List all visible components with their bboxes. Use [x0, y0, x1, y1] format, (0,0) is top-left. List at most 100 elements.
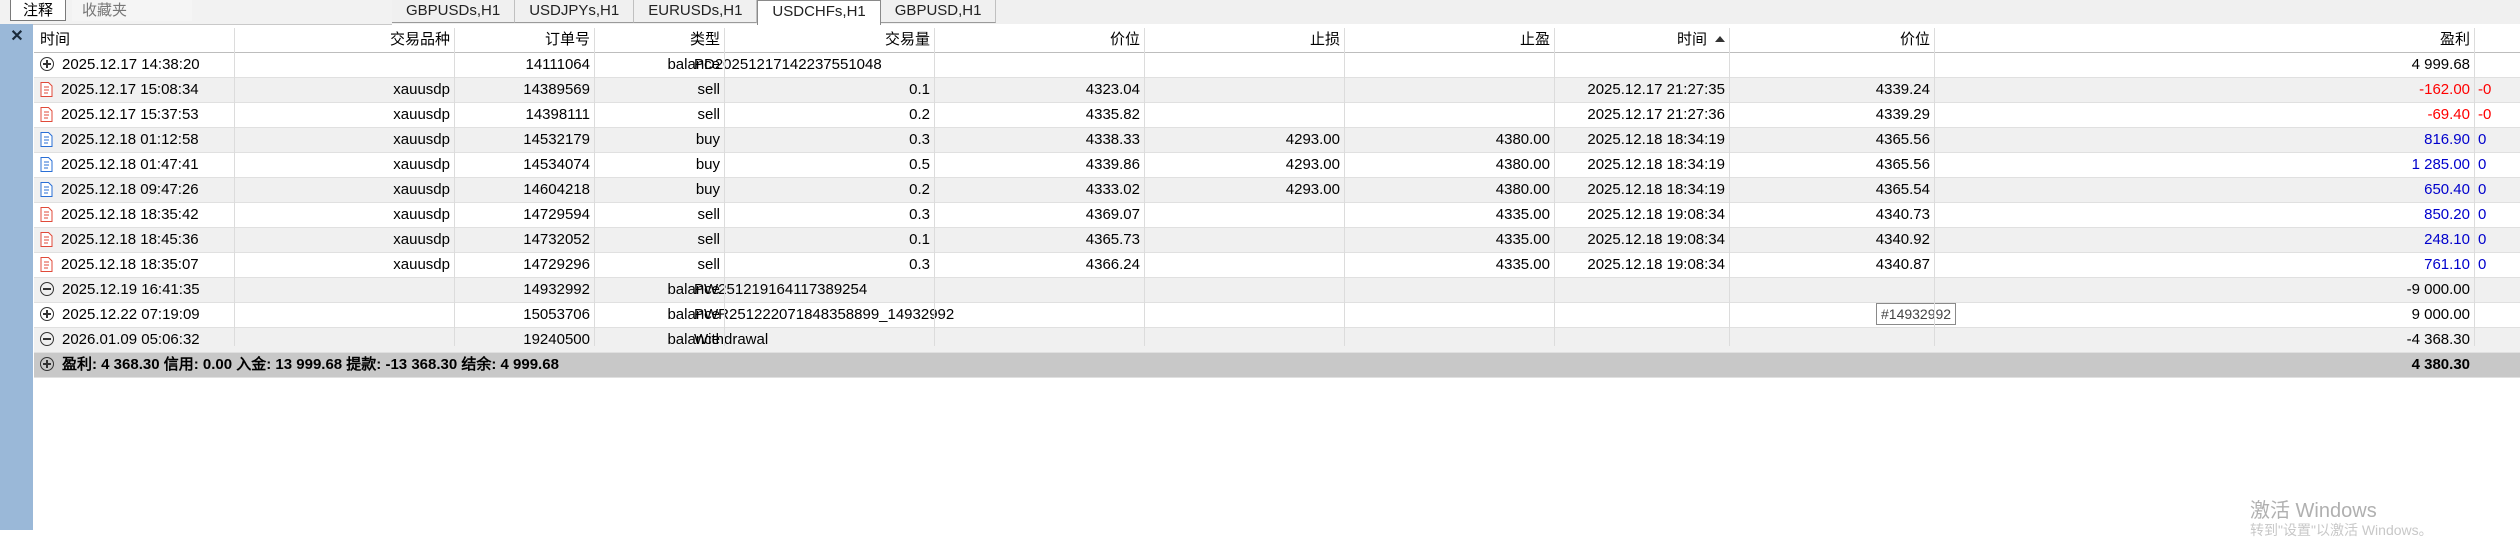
chart-tab-usdchfs-h1[interactable]: USDCHFs,H1 — [757, 0, 881, 25]
buy-document-icon — [40, 131, 61, 148]
table-row[interactable]: 2025.12.18 18:35:42 xauusdp 14729594 sell 0.… — [34, 203, 2520, 228]
cell-type: sell — [697, 256, 720, 273]
cell-profit: -162.00 — [2419, 81, 2470, 98]
cell-price: 4323.04 — [1085, 81, 1140, 98]
table-row[interactable]: 2025.12.18 01:47:41 xauusdp 14534074 buy 0.5… — [34, 153, 2520, 178]
table-row[interactable]: 2025.12.18 09:47:26 xauusdp 14604218 buy 0.2… — [34, 178, 2520, 203]
toolbox-sidebar: ✕ — [0, 24, 33, 530]
header-order[interactable]: 订单号 — [454, 28, 594, 52]
header-stop-loss[interactable]: 止损 — [1144, 28, 1344, 52]
cell-close-time: 2025.12.17 21:27:35 — [1587, 81, 1725, 98]
time-value: 2025.12.17 14:38:20 — [62, 56, 200, 73]
cell-time: 2025.12.18 09:47:26 — [36, 178, 236, 202]
buy-document-icon — [40, 156, 61, 173]
header-profit[interactable]: 盈利 — [1934, 28, 2474, 52]
table-row[interactable]: 2025.12.22 07:19:09 15053706 balance PWR251… — [34, 303, 2520, 328]
summary-row[interactable]: 盈利: 4 368.30 信用: 0.00 入金: 13 999.68 提款: … — [34, 353, 2520, 378]
cell-profit: 816.90 — [2424, 131, 2470, 148]
cell-close-price: 4339.24 — [1875, 81, 1930, 98]
cell-comment: PWR251222071848358899_14932992 — [694, 306, 955, 323]
cell-price: 4366.24 — [1085, 256, 1140, 273]
tab-notes[interactable]: 注释 — [10, 0, 66, 21]
cell-profit: -4 368.30 — [2406, 331, 2470, 348]
table-row[interactable]: 2026.01.09 05:06:32 19240500 balance Withdr… — [34, 328, 2520, 353]
cell-type: buy — [695, 156, 720, 173]
chart-tab-usdjpys-h1[interactable]: USDJPYs,H1 — [515, 0, 635, 23]
history-table: 时间 交易品种 订单号 类型 交易量 价位 止损 止盈 时间 价位 盈利 202… — [34, 28, 2520, 378]
cell-time: 2025.12.19 16:41:35 — [36, 278, 236, 302]
cell-take-profit: 4335.00 — [1495, 206, 1550, 223]
cell-close-time: 2025.12.18 19:08:34 — [1587, 231, 1725, 248]
summary-label: 盈利: 4 368.30 信用: 0.00 入金: 13 999.68 提款: … — [62, 356, 559, 373]
header-price[interactable]: 价位 — [934, 28, 1144, 52]
cell-stop-loss — [1144, 228, 1344, 252]
column-divider — [1144, 28, 1145, 346]
activation-watermark: 激活 Windows — [2250, 500, 2377, 522]
column-divider — [1934, 28, 1935, 346]
table-row[interactable]: 2025.12.17 15:37:53 xauusdp 14398111 sell 0.… — [34, 103, 2520, 128]
header-close-time[interactable]: 时间 — [1554, 28, 1729, 52]
chart-tab-eurusds-h1[interactable]: EURUSDs,H1 — [634, 0, 758, 23]
summary-profit: 4 380.30 — [2411, 356, 2470, 373]
tab-favorites[interactable]: 收藏夹 — [72, 0, 192, 21]
sell-document-icon — [40, 81, 61, 98]
cell-stop-loss: 4293.00 — [1285, 156, 1340, 173]
cell-order: 14932992 — [523, 281, 590, 298]
table-row[interactable]: 2025.12.18 18:45:36 xauusdp 14732052 sell 0.… — [34, 228, 2520, 253]
header-symbol[interactable]: 交易品种 — [234, 28, 454, 52]
time-value: 2025.12.19 16:41:35 — [62, 281, 200, 298]
cell-stop-loss — [1144, 253, 1344, 277]
cell-profit: 9 000.00 — [2411, 306, 2470, 323]
cell-time: 2025.12.17 15:37:53 — [36, 103, 236, 127]
deposit-icon — [40, 307, 54, 321]
cell-volume: 0.1 — [909, 81, 930, 98]
cell-order: 14111064 — [525, 56, 590, 73]
buy-document-icon — [40, 181, 61, 198]
cell-time: 2025.12.17 15:08:34 — [36, 78, 236, 102]
cell-symbol: xauusdp — [393, 256, 450, 273]
cell-take-profit — [1344, 78, 1554, 102]
close-icon[interactable]: ✕ — [8, 28, 26, 46]
header-take-profit[interactable]: 止盈 — [1344, 28, 1554, 52]
cell-truncated-column: 0 — [2478, 206, 2487, 223]
cell-type: sell — [697, 206, 720, 223]
table-row[interactable]: 2025.12.17 14:38:20 14111064 balance PD2025… — [34, 53, 2520, 78]
withdrawal-icon — [40, 282, 54, 296]
cell-close-time: 2025.12.17 21:27:36 — [1587, 106, 1725, 123]
cell-take-profit: 4335.00 — [1495, 231, 1550, 248]
expand-icon — [40, 357, 54, 371]
sort-ascending-icon — [1715, 36, 1725, 42]
cell-order: 14729594 — [523, 206, 590, 223]
column-divider — [724, 28, 725, 346]
cell-order: 14389569 — [523, 81, 590, 98]
cell-volume: 0.3 — [909, 256, 930, 273]
cell-truncated-column: -0 — [2478, 106, 2492, 123]
cell-take-profit — [1344, 103, 1554, 127]
cell-symbol: xauusdp — [393, 131, 450, 148]
cell-close-price: 4365.56 — [1875, 131, 1930, 148]
cell-close-price: 4365.54 — [1875, 181, 1930, 198]
time-value: 2025.12.17 15:08:34 — [61, 81, 199, 98]
table-row[interactable]: 2025.12.19 16:41:35 14932992 balance PW2512… — [34, 278, 2520, 303]
column-divider — [934, 28, 935, 346]
header-time[interactable]: 时间 — [36, 28, 236, 52]
cell-price: 4335.82 — [1085, 106, 1140, 123]
table-row[interactable]: 2025.12.18 18:35:07 xauusdp 14729296 sell 0.… — [34, 253, 2520, 278]
cell-time: 2025.12.22 07:19:09 — [36, 303, 236, 327]
cell-truncated-column: -0 — [2478, 81, 2492, 98]
header-type[interactable]: 类型 — [594, 28, 724, 52]
header-volume[interactable]: 交易量 — [724, 28, 934, 52]
chart-tab-gbpusd-h1[interactable]: GBPUSD,H1 — [880, 0, 997, 23]
table-row[interactable]: 2025.12.17 15:08:34 xauusdp 14389569 sell 0.… — [34, 78, 2520, 103]
header-close-price[interactable]: 价位 — [1729, 28, 1934, 52]
table-row[interactable]: 2025.12.18 01:12:58 xauusdp 14532179 buy 0.3… — [34, 128, 2520, 153]
cell-type: sell — [697, 231, 720, 248]
time-value: 2026.01.09 05:06:32 — [62, 331, 200, 348]
cell-close-price: 4340.73 — [1875, 206, 1930, 223]
cell-close-time: 2025.12.18 18:34:19 — [1587, 131, 1725, 148]
cell-order: 19240500 — [523, 331, 590, 348]
cell-symbol: xauusdp — [393, 231, 450, 248]
cell-truncated-column: 0 — [2478, 256, 2487, 273]
chart-tab-gbpusds-h1[interactable]: GBPUSDs,H1 — [392, 0, 516, 23]
cell-volume: 0.1 — [909, 231, 930, 248]
